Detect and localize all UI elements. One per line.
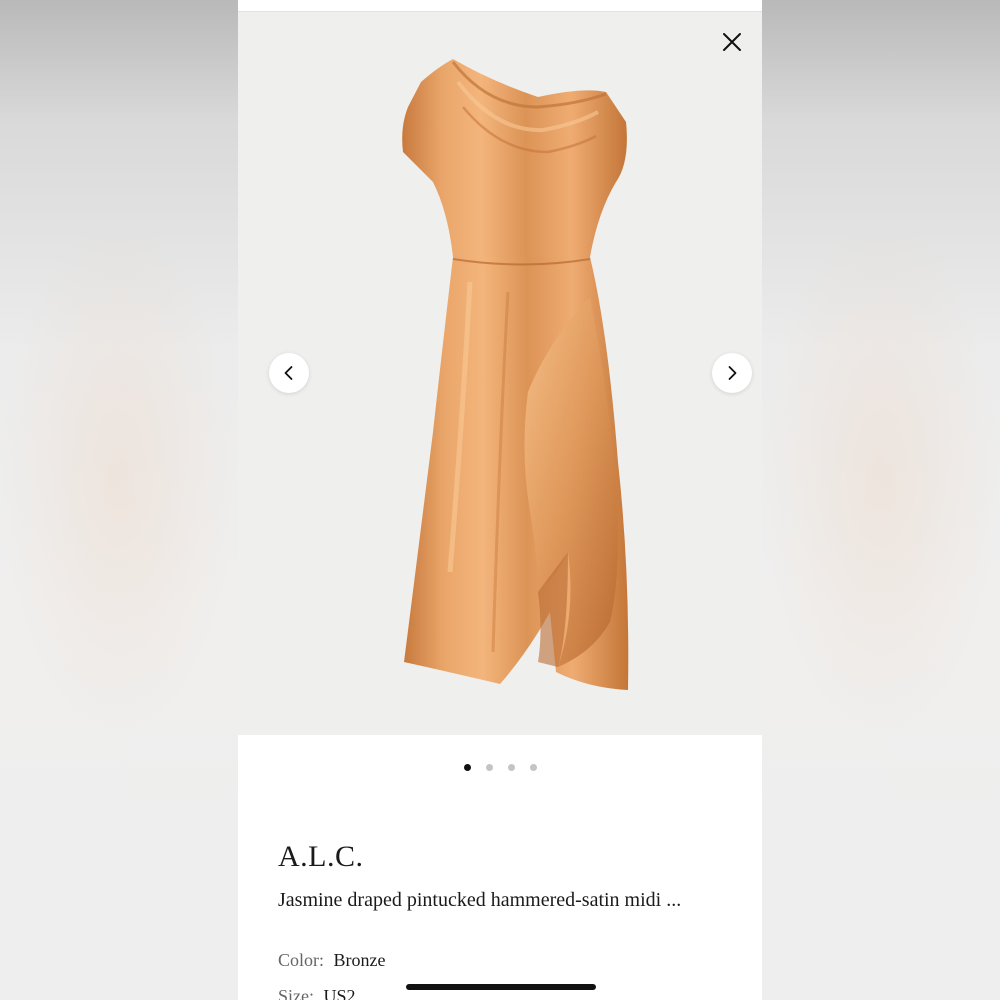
product-detail-screen: A.L.C. Jasmine draped pintucked hammered… (238, 0, 762, 1000)
size-row: Size: US2 (278, 986, 356, 1000)
brand-name[interactable]: A.L.C. (278, 840, 364, 874)
image-gallery[interactable] (238, 12, 762, 735)
chevron-right-icon (728, 366, 737, 380)
size-value: US2 (323, 986, 356, 1000)
pagination-dot[interactable] (463, 763, 471, 771)
right-background-blur (762, 0, 1000, 1000)
product-image (402, 59, 629, 690)
left-background-blur (0, 0, 238, 1000)
top-bar (238, 0, 762, 12)
pagination-dot[interactable] (529, 763, 537, 771)
home-indicator[interactable] (406, 984, 596, 990)
size-label: Size: (278, 986, 314, 1000)
gallery-pagination (238, 762, 762, 772)
close-button[interactable] (720, 30, 744, 54)
chevron-left-icon (284, 366, 293, 380)
color-value: Bronze (333, 950, 386, 970)
product-title: Jasmine draped pintucked hammered-satin … (278, 889, 682, 911)
pagination-dot[interactable] (507, 763, 515, 771)
close-icon (723, 33, 741, 51)
color-label: Color: (278, 950, 325, 970)
color-row: Color: Bronze (278, 950, 386, 971)
previous-image-button[interactable] (269, 353, 309, 393)
pagination-dot[interactable] (485, 763, 493, 771)
next-image-button[interactable] (712, 353, 752, 393)
